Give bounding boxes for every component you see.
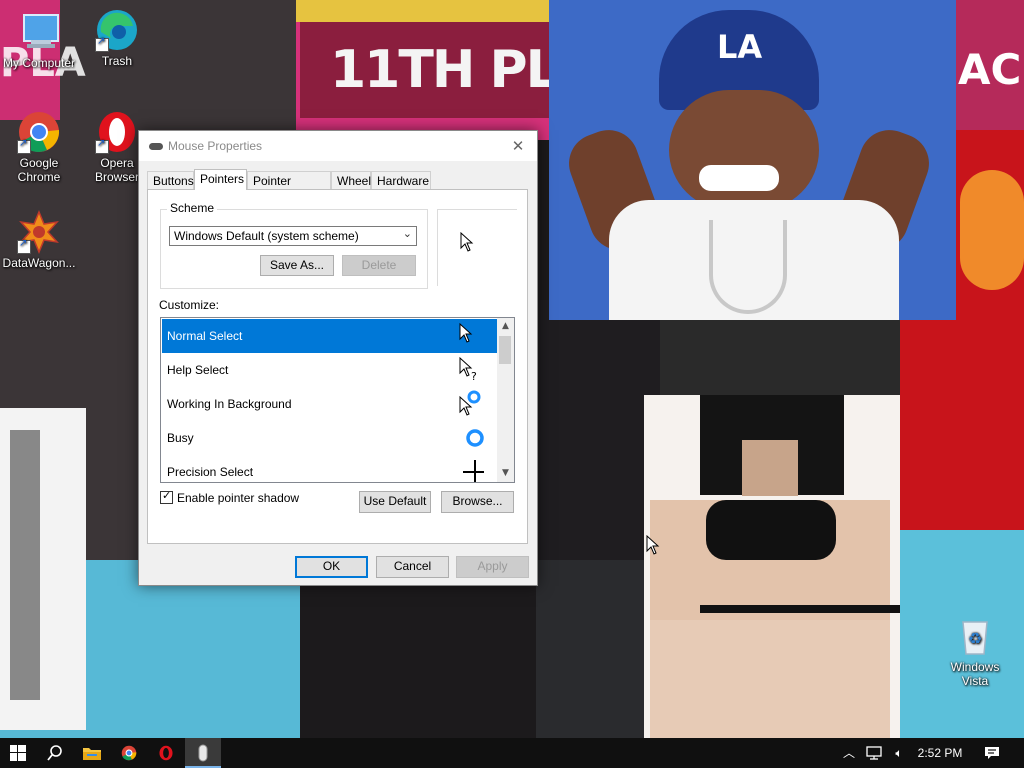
pointers-tab-panel: Scheme Windows Default (system scheme) ⌄… [147, 189, 528, 544]
cursor-list[interactable]: Normal Select Help Select ? Working In B… [160, 317, 515, 483]
mouse-properties-dialog: Mouse Properties ✕ Buttons Pointers Poin… [138, 130, 538, 586]
scroll-down-icon[interactable]: ▼ [497, 465, 514, 482]
taskbar-chrome[interactable] [111, 738, 147, 768]
mouse-icon [149, 143, 163, 150]
network-button[interactable] [862, 738, 886, 768]
list-scrollbar[interactable]: ▲ ▼ [497, 318, 514, 482]
chrome-icon [17, 110, 61, 154]
list-item[interactable]: Normal Select [162, 319, 498, 353]
speaker-icon: 🔈︎ [895, 746, 903, 760]
ok-button[interactable]: OK [295, 556, 368, 578]
tab-pointer-options[interactable]: Pointer Options [247, 171, 331, 206]
desktop-icon-google-chrome[interactable]: Google Chrome [0, 110, 78, 184]
shortcut-arrow-icon [95, 36, 109, 52]
banner-right-text: ACE [958, 45, 1024, 94]
tab-hardware[interactable]: Hardware [371, 171, 431, 189]
show-hidden-icons-button[interactable]: ︿ [838, 738, 860, 768]
cancel-button[interactable]: Cancel [376, 556, 449, 578]
list-item[interactable]: Busy [162, 421, 498, 455]
shortcut-arrow-icon [17, 138, 31, 154]
tab-buttons[interactable]: Buttons [147, 171, 194, 189]
customize-label: Customize: [159, 298, 220, 312]
scheme-dropdown[interactable]: Windows Default (system scheme) ⌄ [169, 226, 417, 246]
working-cursor-icon [459, 390, 481, 416]
search-icon [47, 745, 62, 761]
dialog-title: Mouse Properties [168, 139, 263, 153]
desktop-icon-label: My Computer [2, 56, 76, 70]
opera-icon [95, 110, 139, 154]
svg-text:?: ? [471, 370, 477, 383]
list-item-label: Busy [167, 431, 194, 445]
arrow-cursor-icon [460, 232, 474, 252]
busy-cursor-icon [466, 429, 484, 447]
windows-logo-icon [10, 745, 26, 761]
desktop-icon-label: Windows Vista [950, 660, 1000, 688]
help-cursor-icon: ? [459, 356, 477, 383]
chevron-up-icon: ︿ [842, 746, 855, 760]
chrome-icon [121, 745, 137, 761]
recycle-bin-icon: ♻ [953, 614, 997, 658]
apply-button[interactable]: Apply [456, 556, 529, 578]
list-item[interactable]: Precision Select [162, 455, 498, 482]
network-icon [866, 746, 882, 760]
list-item[interactable]: Working In Background [162, 387, 498, 421]
search-button[interactable] [37, 738, 73, 768]
svg-text:♻: ♻ [968, 629, 982, 648]
photo-man: LA [549, 0, 956, 320]
start-button[interactable] [0, 738, 36, 768]
list-item-label: Precision Select [167, 465, 254, 479]
taskbar-opera[interactable] [148, 738, 184, 768]
scheme-legend: Scheme [167, 201, 218, 215]
browse-button[interactable]: Browse... [441, 491, 514, 513]
close-button[interactable]: ✕ [505, 133, 531, 159]
enable-pointer-shadow-checkbox[interactable] [160, 489, 173, 504]
clock[interactable]: 2:52 PM [912, 738, 968, 768]
notification-icon [985, 747, 999, 759]
enable-pointer-shadow-label[interactable]: Enable pointer shadow [177, 491, 299, 505]
use-default-button[interactable]: Use Default [359, 491, 431, 513]
taskbar-mouse-properties[interactable] [185, 738, 221, 768]
scroll-up-icon[interactable]: ▲ [497, 318, 514, 335]
scroll-thumb[interactable] [499, 336, 511, 364]
save-as-button[interactable]: Save As... [260, 255, 334, 276]
desktop-icon-datawagon[interactable]: DataWagon... [0, 210, 78, 270]
chevron-down-icon: ⌄ [402, 227, 412, 240]
shortcut-arrow-icon [17, 238, 31, 254]
desktop-icon-trash[interactable]: Trash [78, 8, 156, 68]
shortcut-arrow-icon [95, 138, 109, 154]
list-item[interactable]: Help Select ? [162, 353, 498, 387]
mouse-pointer-icon [646, 535, 660, 555]
close-icon: ✕ [511, 137, 525, 155]
mouse-icon [198, 744, 208, 762]
edge-trash-icon [95, 8, 139, 52]
taskbar: ︿ 🔈︎ 2:52 PM [0, 738, 1024, 768]
desktop-icon-my-computer[interactable]: My Computer [0, 10, 78, 70]
desktop-icon-label: Google Chrome [17, 156, 61, 184]
taskbar-file-explorer[interactable] [74, 738, 110, 768]
list-item-label: Working In Background [167, 397, 292, 411]
opera-icon [159, 745, 173, 761]
list-item-label: Normal Select [167, 329, 243, 343]
tab-wheel[interactable]: Wheel [331, 171, 371, 189]
list-item-label: Help Select [167, 363, 229, 377]
datawagon-icon [17, 210, 61, 254]
delete-button[interactable]: Delete [342, 255, 416, 276]
scheme-group: Scheme Windows Default (system scheme) ⌄… [160, 201, 428, 289]
arrow-cursor-icon [459, 322, 473, 343]
tab-pointers[interactable]: Pointers [194, 169, 247, 190]
computer-icon [17, 10, 61, 54]
cursor-preview [437, 209, 517, 286]
desktop-icon-label: DataWagon... [2, 256, 76, 270]
cap-logo-text: LA [717, 28, 763, 66]
crosshair-cursor-icon [463, 460, 484, 482]
desktop-icon-label: Trash [101, 54, 133, 68]
dialog-titlebar[interactable]: Mouse Properties ✕ [139, 131, 537, 161]
volume-button[interactable]: 🔈︎ [887, 738, 911, 768]
scheme-dropdown-value: Windows Default (system scheme) [174, 229, 359, 243]
action-center-button[interactable] [978, 738, 1006, 768]
desktop-icon-windows-vista[interactable]: ♻ Windows Vista [936, 614, 1014, 688]
folder-icon [83, 748, 101, 760]
